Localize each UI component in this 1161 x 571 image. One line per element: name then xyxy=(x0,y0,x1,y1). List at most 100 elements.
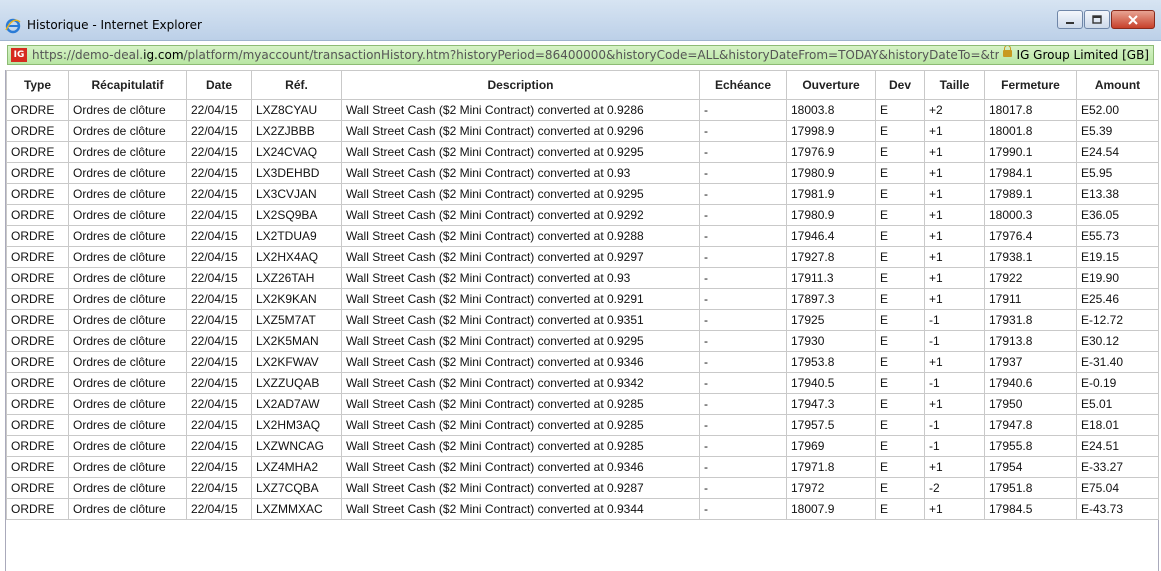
cell-description: Wall Street Cash ($2 Mini Contract) conv… xyxy=(341,414,700,436)
cell-recap: Ordres de clôture xyxy=(68,162,187,184)
column-header-type: Type xyxy=(6,70,69,100)
cell-fermeture: 17954 xyxy=(984,456,1077,478)
cell-description: Wall Street Cash ($2 Mini Contract) conv… xyxy=(341,141,700,163)
cell-echeance: - xyxy=(699,351,787,373)
cell-date: 22/04/15 xyxy=(186,141,252,163)
cell-fermeture: 17951.8 xyxy=(984,477,1077,499)
cell-dev: E xyxy=(875,414,925,436)
cell-dev: E xyxy=(875,120,925,142)
cell-ouverture: 17957.5 xyxy=(786,414,876,436)
cell-type: ORDRE xyxy=(6,498,69,520)
url-path: /platform/myaccount/transactionHistory.h… xyxy=(183,48,1123,62)
cell-date: 22/04/15 xyxy=(186,246,252,268)
cell-fermeture: 17984.1 xyxy=(984,162,1077,184)
cell-amount: E-12.72 xyxy=(1076,309,1159,331)
cell-ouverture: 18007.9 xyxy=(786,498,876,520)
cell-type: ORDRE xyxy=(6,456,69,478)
table-header: Type Récapitulatif Date Réf. Description Eché… xyxy=(6,70,1159,100)
table-row: ORDRE Ordres de clôture 22/04/15 LX2KFWAV Wa… xyxy=(6,351,1159,373)
cell-ouverture: 17946.4 xyxy=(786,225,876,247)
minimize-button[interactable] xyxy=(1057,10,1083,29)
security-badge[interactable]: IG Group Limited [GB] xyxy=(998,46,1153,64)
ig-logo-icon: IG xyxy=(11,48,27,62)
column-header-description: Description xyxy=(341,70,700,100)
table-row: ORDRE Ordres de clôture 22/04/15 LXZMMXAC Wa… xyxy=(6,498,1159,520)
header-row: Type Récapitulatif Date Réf. Description Eché… xyxy=(6,70,1159,100)
cell-dev: E xyxy=(875,456,925,478)
cell-ref: LX3DEHBD xyxy=(251,162,342,184)
table-row: ORDRE Ordres de clôture 22/04/15 LXZ7CQBA Wa… xyxy=(6,477,1159,499)
cell-type: ORDRE xyxy=(6,351,69,373)
cell-type: ORDRE xyxy=(6,183,69,205)
cell-amount: E19.15 xyxy=(1076,246,1159,268)
cell-fermeture: 17937 xyxy=(984,351,1077,373)
cell-ref: LXZWNCAG xyxy=(251,435,342,457)
cell-recap: Ordres de clôture xyxy=(68,372,187,394)
cell-amount: E52.00 xyxy=(1076,99,1159,121)
page-content: Type Récapitulatif Date Réf. Description Eché… xyxy=(5,70,1159,571)
address-bar[interactable]: IG https://demo-deal.ig.com/platform/mya… xyxy=(7,45,1154,65)
cell-type: ORDRE xyxy=(6,309,69,331)
url-text[interactable]: https://demo-deal.ig.com/platform/myacco… xyxy=(32,46,1122,64)
cell-fermeture: 17989.1 xyxy=(984,183,1077,205)
cell-type: ORDRE xyxy=(6,288,69,310)
cell-amount: E24.51 xyxy=(1076,435,1159,457)
cell-taille: +1 xyxy=(924,288,985,310)
maximize-button[interactable] xyxy=(1084,10,1110,29)
cell-type: ORDRE xyxy=(6,414,69,436)
column-header-recap: Récapitulatif xyxy=(68,70,187,100)
close-button[interactable] xyxy=(1111,10,1155,29)
cell-amount: E19.90 xyxy=(1076,267,1159,289)
cell-ouverture: 17927.8 xyxy=(786,246,876,268)
cell-echeance: - xyxy=(699,456,787,478)
cell-ref: LX2HM3AQ xyxy=(251,414,342,436)
cell-fermeture: 17940.6 xyxy=(984,372,1077,394)
cell-echeance: - xyxy=(699,435,787,457)
cell-recap: Ordres de clôture xyxy=(68,204,187,226)
cell-date: 22/04/15 xyxy=(186,183,252,205)
cell-date: 22/04/15 xyxy=(186,162,252,184)
cell-description: Wall Street Cash ($2 Mini Contract) conv… xyxy=(341,309,700,331)
cell-fermeture: 17976.4 xyxy=(984,225,1077,247)
cell-fermeture: 17947.8 xyxy=(984,414,1077,436)
cell-taille: +1 xyxy=(924,498,985,520)
cell-ref: LXZ4MHA2 xyxy=(251,456,342,478)
cell-echeance: - xyxy=(699,288,787,310)
cell-fermeture: 17931.8 xyxy=(984,309,1077,331)
cell-echeance: - xyxy=(699,372,787,394)
cell-type: ORDRE xyxy=(6,204,69,226)
cell-dev: E xyxy=(875,288,925,310)
cell-recap: Ordres de clôture xyxy=(68,141,187,163)
cell-date: 22/04/15 xyxy=(186,309,252,331)
column-header-ref: Réf. xyxy=(251,70,342,100)
cell-ouverture: 17971.8 xyxy=(786,456,876,478)
cell-fermeture: 17938.1 xyxy=(984,246,1077,268)
cell-date: 22/04/15 xyxy=(186,204,252,226)
cell-date: 22/04/15 xyxy=(186,288,252,310)
cell-dev: E xyxy=(875,99,925,121)
cell-dev: E xyxy=(875,309,925,331)
cell-taille: +1 xyxy=(924,204,985,226)
cell-recap: Ordres de clôture xyxy=(68,351,187,373)
cell-echeance: - xyxy=(699,393,787,415)
cell-amount: E75.04 xyxy=(1076,477,1159,499)
table-row: ORDRE Ordres de clôture 22/04/15 LX2TDUA9 Wa… xyxy=(6,225,1159,247)
cell-taille: +1 xyxy=(924,246,985,268)
column-header-taille: Taille xyxy=(924,70,985,100)
cell-type: ORDRE xyxy=(6,141,69,163)
cell-echeance: - xyxy=(699,414,787,436)
cell-ouverture: 17980.9 xyxy=(786,162,876,184)
cell-recap: Ordres de clôture xyxy=(68,288,187,310)
cell-echeance: - xyxy=(699,267,787,289)
table-row: ORDRE Ordres de clôture 22/04/15 LX2K9KAN Wa… xyxy=(6,288,1159,310)
cell-echeance: - xyxy=(699,246,787,268)
window-title: Historique - Internet Explorer xyxy=(27,18,202,32)
cell-dev: E xyxy=(875,162,925,184)
cell-date: 22/04/15 xyxy=(186,99,252,121)
cell-echeance: - xyxy=(699,330,787,352)
cell-type: ORDRE xyxy=(6,99,69,121)
window-titlebar: Historique - Internet Explorer xyxy=(0,0,1161,41)
cell-dev: E xyxy=(875,372,925,394)
window-controls xyxy=(1056,10,1155,30)
cell-type: ORDRE xyxy=(6,246,69,268)
